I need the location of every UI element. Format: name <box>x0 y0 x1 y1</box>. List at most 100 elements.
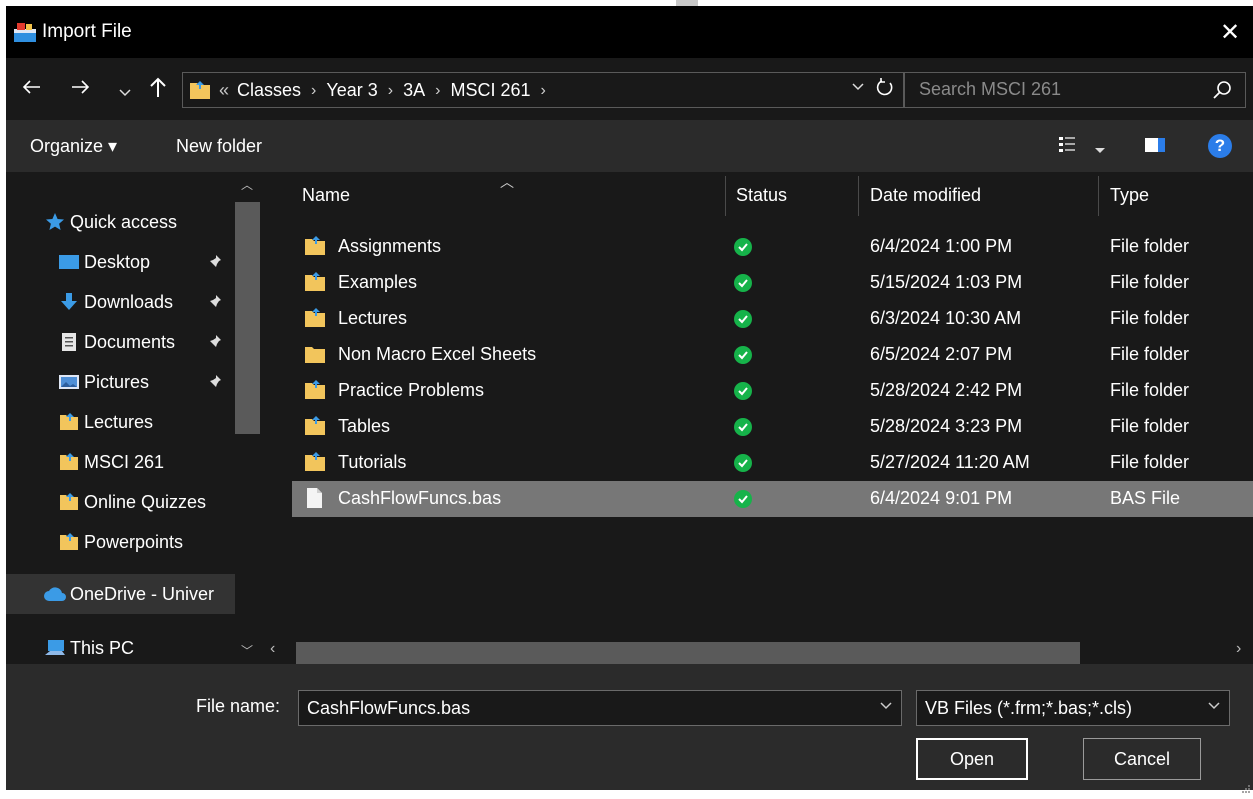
file-name: Lectures <box>338 308 408 328</box>
back-button[interactable] <box>20 76 42 104</box>
column-header-date-modified[interactable]: Date modified <box>870 172 981 218</box>
address-bar[interactable]: « Classes › Year 3 › 3A › MSCI 261 › <box>182 72 904 108</box>
download-icon <box>54 292 84 312</box>
breadcrumb-3a[interactable]: 3A <box>403 80 425 101</box>
up-button[interactable] <box>148 76 168 104</box>
file-type-filter-select[interactable]: VB Files (*.frm;*.bas;*.cls) <box>916 690 1230 726</box>
file-row-non-macro-excel-sheets[interactable]: Non Macro Excel Sheets 6/5/2024 2:07 PM … <box>292 337 1253 373</box>
file-row-examples[interactable]: Examples 5/15/2024 1:03 PM File folder <box>292 265 1253 301</box>
breadcrumb-separator-icon[interactable]: › <box>541 82 546 100</box>
file-row-lectures[interactable]: Lectures 6/3/2024 10:30 AM File folder <box>292 301 1253 337</box>
file-row-cashflowfuncs-bas[interactable]: CashFlowFuncs.bas 6/4/2024 9:01 PM BAS F… <box>292 481 1253 517</box>
file-row-tables[interactable]: Tables 5/28/2024 3:23 PM File folder <box>292 409 1253 445</box>
chevron-down-icon <box>1095 148 1105 153</box>
nav-onedrive[interactable]: OneDrive - Univer <box>6 574 260 614</box>
address-dropdown-button[interactable] <box>851 80 865 98</box>
file-row-assignments[interactable]: Assignments 6/4/2024 1:00 PM File folder <box>292 229 1253 265</box>
recent-locations-button[interactable] <box>118 80 132 106</box>
scroll-up-icon[interactable]: ︿ <box>241 176 253 193</box>
computer-icon <box>40 639 70 657</box>
folder-icon <box>54 532 84 552</box>
breadcrumb-msci-261[interactable]: MSCI 261 <box>450 80 530 101</box>
cancel-button[interactable]: Cancel <box>1083 738 1201 780</box>
breadcrumb-separator-icon[interactable]: › <box>311 82 316 100</box>
file-name: Practice Problems <box>338 380 485 400</box>
preview-pane-button[interactable] <box>1144 134 1166 161</box>
scroll-right-icon[interactable]: › <box>1236 640 1241 658</box>
breadcrumb-classes[interactable]: Classes <box>237 80 301 101</box>
nav-label: Lectures <box>84 411 154 432</box>
horizontal-scroll-thumb[interactable] <box>296 642 1080 664</box>
scroll-left-icon[interactable]: ‹ <box>270 640 275 658</box>
file-name-field[interactable] <box>307 698 867 719</box>
file-type: File folder <box>1110 452 1190 472</box>
file-icon <box>304 487 324 514</box>
column-header-type[interactable]: Type <box>1110 172 1149 218</box>
refresh-icon <box>876 78 893 96</box>
file-name-combobox[interactable] <box>298 690 902 726</box>
search-icon[interactable] <box>1213 80 1233 105</box>
nav-item-documents[interactable]: Documents <box>54 322 260 362</box>
pictures-icon <box>54 373 84 391</box>
file-row-tutorials[interactable]: Tutorials 5/27/2024 11:20 AM File folder <box>292 445 1253 481</box>
organize-button[interactable]: Organize ▾ <box>30 136 117 157</box>
close-button[interactable]: ✕ <box>1207 6 1253 58</box>
nav-label: MSCI 261 <box>84 451 165 472</box>
breadcrumb-separator-icon[interactable]: › <box>388 82 393 100</box>
pin-icon[interactable] <box>208 252 222 273</box>
nav-item-msci-261[interactable]: MSCI 261 <box>54 442 260 482</box>
file-list-horizontal-scrollbar[interactable]: ‹ › <box>260 638 1253 664</box>
sync-ok-icon <box>734 382 752 400</box>
pin-icon[interactable] <box>208 292 222 313</box>
column-header-name[interactable]: Name <box>302 172 350 218</box>
nav-scrollbar[interactable]: ︿ ﹀ <box>235 172 260 664</box>
folder-icon <box>54 452 84 472</box>
file-type: File folder <box>1110 236 1190 256</box>
nav-item-pictures[interactable]: Pictures <box>54 362 260 402</box>
cloud-icon <box>40 586 70 602</box>
file-name-dropdown-button[interactable] <box>879 699 893 716</box>
nav-quick-access[interactable]: Quick access <box>40 202 260 242</box>
command-bar: Organize ▾ New folder ? <box>6 120 1253 172</box>
pin-icon[interactable] <box>208 372 222 393</box>
change-view-button[interactable] <box>1058 134 1076 159</box>
nav-item-downloads[interactable]: Downloads <box>54 282 260 322</box>
column-header-status[interactable]: Status <box>736 172 787 218</box>
nav-label: Documents <box>84 331 176 352</box>
search-input[interactable] <box>919 79 1189 100</box>
nav-item-online-quizzes[interactable]: Online Quizzes <box>54 482 260 522</box>
pin-icon[interactable] <box>208 332 222 353</box>
column-divider[interactable] <box>858 176 859 216</box>
filter-dropdown-button[interactable] <box>1207 699 1221 716</box>
file-date: 5/27/2024 11:20 AM <box>870 452 1030 472</box>
refresh-button[interactable] <box>875 77 895 105</box>
forward-button[interactable] <box>70 76 92 104</box>
sync-ok-icon <box>734 274 752 292</box>
file-type: File folder <box>1110 344 1190 364</box>
search-box[interactable] <box>904 72 1246 108</box>
help-button[interactable]: ? <box>1208 134 1232 158</box>
up-arrow-icon <box>150 77 166 97</box>
file-row-practice-problems[interactable]: Practice Problems 5/28/2024 2:42 PM File… <box>292 373 1253 409</box>
nav-scroll-thumb[interactable] <box>235 202 260 434</box>
file-name-label: File name: <box>196 696 281 716</box>
open-button[interactable]: Open <box>916 738 1028 780</box>
sync-ok-icon <box>734 454 752 472</box>
nav-this-pc[interactable]: This PC <box>40 628 260 664</box>
resize-grip-icon[interactable] <box>1241 778 1251 793</box>
column-divider[interactable] <box>1098 176 1099 216</box>
nav-item-desktop[interactable]: Desktop <box>54 242 260 282</box>
file-type-filter-value: VB Files (*.frm;*.bas;*.cls) <box>925 698 1133 718</box>
sync-ok-icon <box>734 346 752 364</box>
breadcrumb-separator-icon[interactable]: › <box>435 82 440 100</box>
file-name: Non Macro Excel Sheets <box>338 344 537 364</box>
view-options-button[interactable] <box>1094 140 1106 161</box>
scroll-down-icon[interactable]: ﹀ <box>241 642 253 659</box>
column-divider[interactable] <box>725 176 726 216</box>
breadcrumb-overflow[interactable]: « <box>219 80 229 101</box>
nav-item-lectures[interactable]: Lectures <box>54 402 260 442</box>
new-folder-button[interactable]: New folder <box>176 136 262 157</box>
breadcrumb-year-3[interactable]: Year 3 <box>326 80 377 101</box>
nav-item-powerpoints[interactable]: Powerpoints <box>54 522 260 562</box>
nav-label: Desktop <box>84 251 151 272</box>
